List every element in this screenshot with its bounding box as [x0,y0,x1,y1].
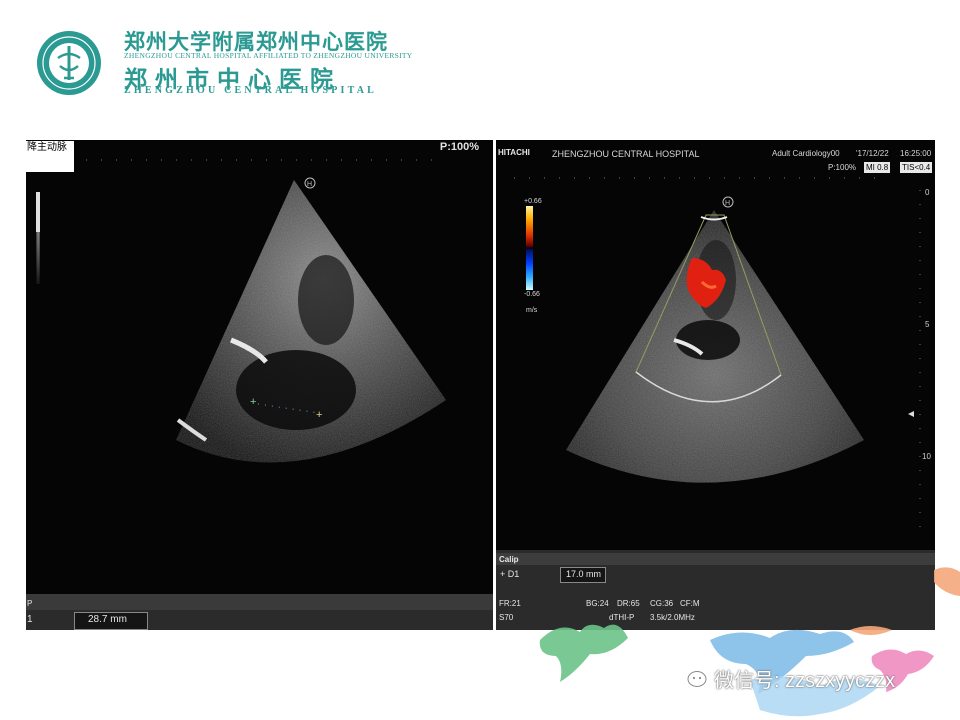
svg-text:+: + [250,396,256,408]
ultrasound-image-left: H + + [36,159,446,463]
svg-text:H: H [307,181,312,188]
ultrasound-panel-right: H HITACHI ZHENGZHOU CENTRAL HOSPITAL Adu… [496,140,935,630]
param-frame-rate: FR:21 [499,599,521,608]
measurement-value: 28.7 mm [88,614,127,625]
exam-preset: Adult Cardiology00 [772,149,840,158]
institution-name: ZHENGZHOU CENTRAL HOSPITAL [552,149,700,159]
measurement-index: + D1 [500,569,520,579]
svg-text:H: H [725,200,730,207]
tis-badge: TIS<0.4 [900,162,933,173]
measurement-prefix: P [27,599,33,608]
decorative-leaves [539,567,960,717]
param-s: S70 [499,613,514,622]
hospital-name-en-short: ZHENGZHOU CENTRAL HOSPITAL [124,85,378,96]
ultrasound-panel-left: H + + 降主动脉 P:100% P 1 28.7 mm [26,140,493,630]
hospital-name-en-full: ZHENGZHOU CENTRAL HOSPITAL AFFILIATED TO… [124,51,413,60]
depth-label-5: 5 [925,320,930,329]
exam-time: 16:25:00 [900,149,932,158]
left-measurement-header [26,594,493,610]
caliper-label: Calip [499,555,519,564]
mi-badge: MI 0.8 [864,162,891,173]
scale-unit-label: m/s [526,307,538,314]
depth-label-10: 10 [922,452,931,461]
measurement-index: 1 [27,614,33,625]
manufacturer-brand: HITACHI [498,148,530,157]
svg-text:+: + [316,409,322,421]
scale-max-label: +0.66 [524,198,542,205]
scale-min-label: -0.66 [524,291,540,298]
wechat-icon [676,663,707,687]
velocity-color-scale [526,206,533,290]
hospital-logo-seal [37,31,101,95]
exam-date: '17/12/22 [856,149,889,158]
vessel-label: 降主动脉 [26,141,74,172]
depth-label-0: 0 [925,188,930,197]
wechat-watermark: 微信号: zzszxyyczzx [714,670,896,692]
power-readout: P:100% [828,163,857,172]
power-readout: P:100% [439,141,479,153]
